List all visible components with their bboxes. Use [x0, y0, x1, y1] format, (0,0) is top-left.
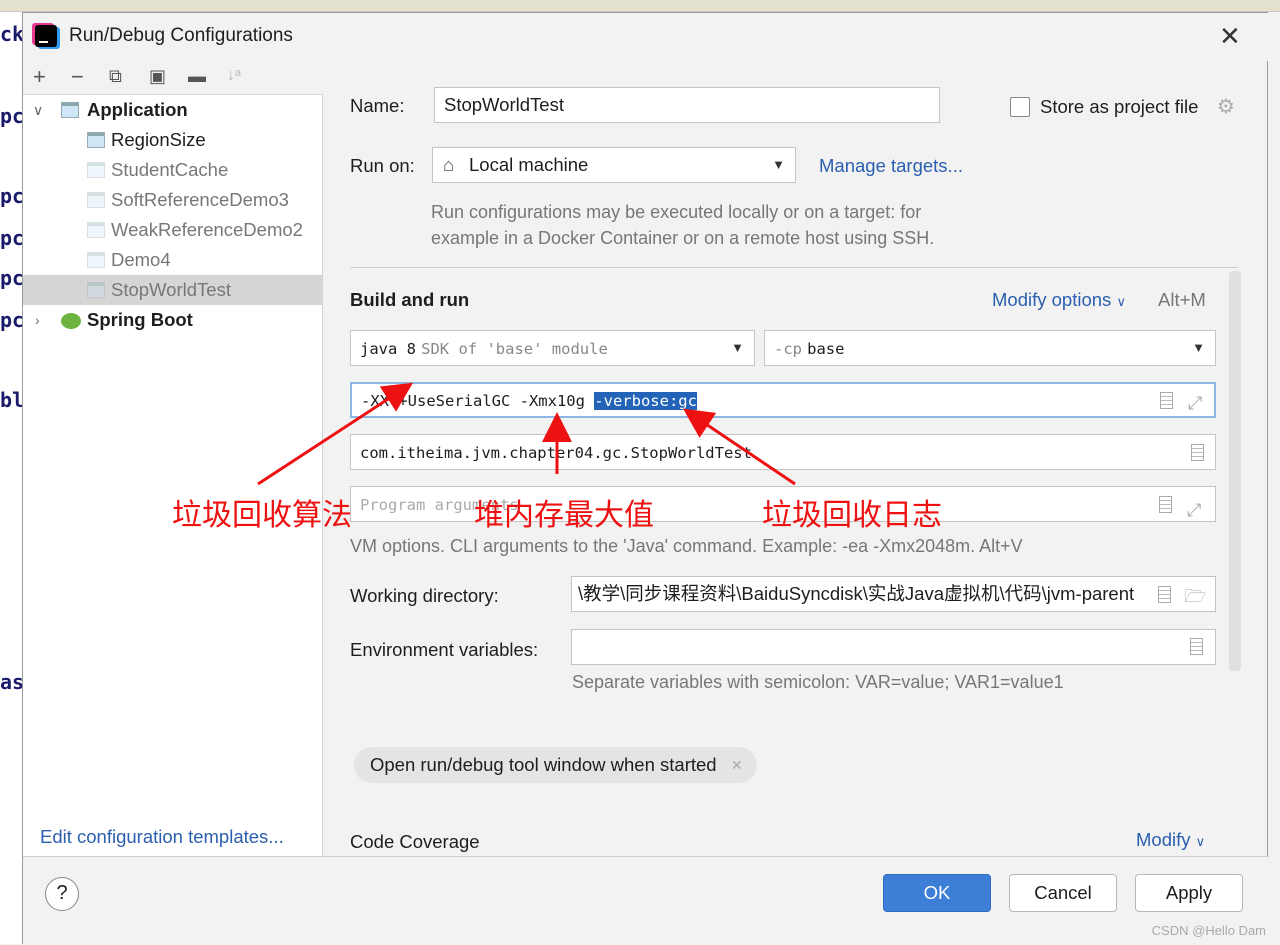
annotation-max-heap: 堆内存最大值 — [474, 498, 654, 533]
watermark: CSDN @Hello Dam — [1151, 923, 1266, 938]
annotation-arrows — [257, 382, 796, 486]
annotation-arrow — [683, 408, 796, 486]
annotation-arrow — [257, 382, 414, 486]
annotation-gc-log: 垃圾回收日志 — [762, 498, 942, 533]
annotation-gc-algorithm: 垃圾回收算法 — [172, 498, 352, 533]
